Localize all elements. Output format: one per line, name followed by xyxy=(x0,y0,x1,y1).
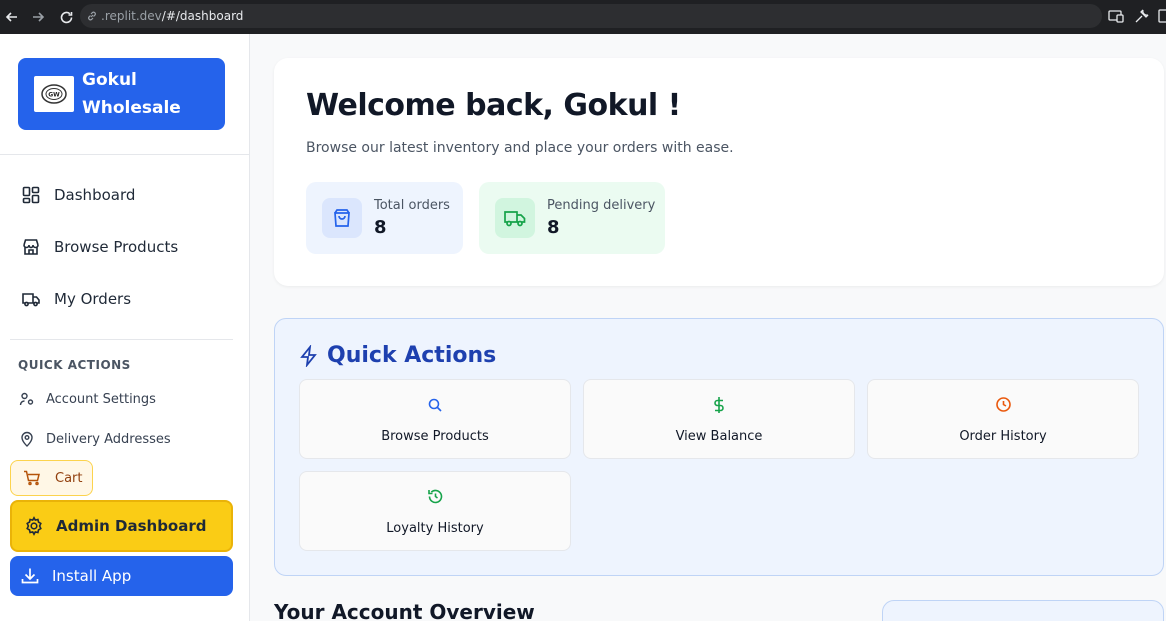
sidebar-item-label: Dashboard xyxy=(54,186,136,204)
loyalty-history-button[interactable]: Loyalty History xyxy=(299,471,571,551)
search-icon xyxy=(427,395,443,415)
sidebar-item-label: My Orders xyxy=(54,290,132,308)
welcome-card: Welcome back, Gokul ! Browse our latest … xyxy=(274,58,1164,286)
account-overview-card xyxy=(882,600,1164,621)
install-app-label: Install App xyxy=(52,567,132,585)
sidebar-item-label: Account Settings xyxy=(46,391,156,407)
browser-toolbar: .replit.dev/#/dashboard xyxy=(0,0,1166,34)
stat-value: 8 xyxy=(374,217,387,238)
brand-logo: GW xyxy=(34,76,74,112)
stat-total-orders: Total orders 8 xyxy=(306,182,463,254)
sidebar-item-dashboard[interactable]: Dashboard xyxy=(20,184,135,206)
truck-icon xyxy=(20,288,42,310)
brand-name-line1: Gokul xyxy=(82,70,137,90)
action-label: View Balance xyxy=(675,428,763,444)
reload-icon[interactable] xyxy=(54,5,78,29)
admin-dashboard-button[interactable]: Admin Dashboard xyxy=(10,500,233,552)
truck-icon xyxy=(495,198,535,238)
shopping-bag-icon xyxy=(322,198,362,238)
cast-icon[interactable] xyxy=(1106,6,1126,26)
stat-label: Pending delivery xyxy=(547,198,656,213)
cart-label: Cart xyxy=(55,470,83,486)
dollar-icon xyxy=(712,395,726,415)
url-path: /#/dashboard xyxy=(161,9,244,23)
page-title: Welcome back, Gokul ! xyxy=(306,88,681,123)
url-host: .replit.dev xyxy=(101,9,162,23)
lightning-icon xyxy=(299,344,319,367)
quick-actions-title: Quick Actions xyxy=(299,343,496,368)
browse-products-button[interactable]: Browse Products xyxy=(299,379,571,459)
sidebar-item-my-orders[interactable]: My Orders xyxy=(20,288,131,310)
wrench-icon[interactable] xyxy=(1132,6,1152,26)
dashboard-grid-icon xyxy=(20,184,42,206)
order-history-button[interactable]: Order History xyxy=(867,379,1139,459)
brand-logo-card[interactable]: GW Gokul Wholesale xyxy=(18,58,225,130)
sidebar-item-delivery-addresses[interactable]: Delivery Addresses xyxy=(18,430,171,448)
sidebar-item-label: Delivery Addresses xyxy=(46,431,171,447)
install-app-button[interactable]: Install App xyxy=(10,556,233,596)
account-overview-title: Your Account Overview xyxy=(274,600,535,621)
map-pin-icon xyxy=(18,430,36,448)
action-label: Browse Products xyxy=(381,428,489,444)
download-icon xyxy=(20,566,40,586)
sidebar-item-account-settings[interactable]: Account Settings xyxy=(18,390,156,408)
side-panel-icon[interactable] xyxy=(1158,6,1166,26)
gear-icon xyxy=(24,516,44,536)
brand-name: Gokul Wholesale xyxy=(82,66,181,122)
view-balance-button[interactable]: View Balance xyxy=(583,379,855,459)
quick-actions-panel: Quick Actions Browse Products View Balan… xyxy=(274,318,1164,576)
quick-actions-heading: QUICK ACTIONS xyxy=(18,358,131,372)
link-icon xyxy=(86,10,98,22)
back-icon[interactable] xyxy=(0,5,24,29)
admin-dashboard-label: Admin Dashboard xyxy=(56,517,207,535)
stat-value: 8 xyxy=(547,217,560,238)
sidebar-divider xyxy=(0,154,249,155)
action-label: Order History xyxy=(959,428,1047,444)
cart-button[interactable]: Cart xyxy=(10,460,93,496)
sidebar-item-label: Browse Products xyxy=(54,238,179,256)
history-icon xyxy=(427,487,444,507)
forward-icon[interactable] xyxy=(26,5,50,29)
cart-icon xyxy=(23,470,41,486)
action-label: Loyalty History xyxy=(386,520,484,536)
store-icon xyxy=(20,236,42,258)
quick-actions-title-text: Quick Actions xyxy=(327,343,497,368)
sidebar: GW Gokul Wholesale Dashboard Browse Prod… xyxy=(0,34,250,621)
address-bar[interactable]: .replit.dev/#/dashboard xyxy=(80,4,1102,28)
user-settings-icon xyxy=(18,390,36,408)
sidebar-divider xyxy=(10,339,233,340)
stat-label: Total orders xyxy=(374,198,450,213)
stat-pending-delivery: Pending delivery 8 xyxy=(479,182,665,254)
welcome-subtitle: Browse our latest inventory and place yo… xyxy=(306,140,734,156)
clock-icon xyxy=(995,395,1012,415)
sidebar-item-browse-products[interactable]: Browse Products xyxy=(20,236,178,258)
brand-name-line2: Wholesale xyxy=(82,98,181,118)
brand-badge-text: GW xyxy=(48,92,60,99)
